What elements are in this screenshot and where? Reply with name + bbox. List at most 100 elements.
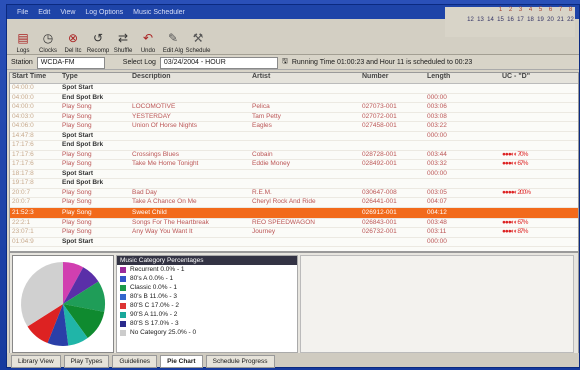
table-row[interactable]: 18:17:8 Spot Start 000:00: [10, 170, 578, 179]
desktop-background: File Edit View Log Options Music Scheduler ▤…: [0, 0, 580, 370]
column-header[interactable]: Description: [130, 73, 250, 83]
calendar-day[interactable]: 17: [516, 17, 525, 23]
table-row[interactable]: 04:00:0 Play Song LOCOMOTIVE Pelica 027073-0…: [10, 103, 578, 113]
table-cell: 028492-001: [362, 160, 397, 167]
table-row[interactable]: 04:00:0 End Spot Brk 000:00: [10, 94, 578, 103]
calendar-day[interactable]: 6: [546, 7, 555, 13]
table-cell: [500, 94, 578, 103]
calendar-day[interactable]: 3: [516, 7, 525, 13]
column-header[interactable]: UC - "D": [500, 73, 578, 83]
save-icon[interactable]: 🖫: [282, 57, 288, 68]
table-cell: [500, 84, 578, 93]
table-cell: [425, 84, 500, 93]
calendar-day[interactable]: 19: [536, 17, 545, 23]
calendar-day[interactable]: 2: [506, 7, 515, 13]
menu-item-3[interactable]: Log Options: [85, 9, 123, 16]
table-cell: Play Song: [62, 228, 92, 235]
table-cell: 04:00:0: [12, 103, 34, 110]
calendar-day[interactable]: 7: [556, 7, 565, 13]
table-cell: 003:22: [427, 122, 447, 129]
table-row[interactable]: 17:17:6 Play Song Take Me Home Tonight Eddi…: [10, 160, 578, 170]
table-cell: 19:17:8: [12, 179, 34, 186]
toolbar-button-2[interactable]: ⊗ Del Itc: [61, 22, 85, 54]
table-row[interactable]: 01:04:9 Spot Start 000:00: [10, 237, 578, 247]
toolbar-button-3[interactable]: ↺ Recomp: [86, 22, 110, 54]
legend-swatch: [120, 329, 126, 336]
toolbar-button-0[interactable]: ▤ Logs: [11, 22, 35, 54]
table-row[interactable]: 17:17:6 End Spot Brk: [10, 141, 578, 151]
tab-play-types[interactable]: Play Types: [63, 355, 110, 368]
table-cell: [360, 132, 425, 141]
legend-title: Music Category Percentages: [117, 256, 297, 265]
table-cell: 004:07: [427, 198, 447, 205]
column-header[interactable]: Type: [60, 73, 130, 83]
table-row[interactable]: 04:00:0 Spot Start: [10, 84, 578, 94]
toolbar-button-1[interactable]: ◷ Clocks: [36, 22, 60, 54]
delete-icon: ⊗: [67, 31, 79, 45]
toolbar-button-4[interactable]: ⇄ Shuffle: [111, 22, 135, 54]
legend-swatch: [120, 275, 126, 282]
tab-guidelines[interactable]: Guidelines: [112, 355, 158, 368]
menu-item-4[interactable]: Music Scheduler: [133, 9, 185, 16]
column-header[interactable]: Length: [425, 73, 500, 83]
calendar-day[interactable]: 1: [496, 7, 505, 13]
table-cell: [500, 208, 578, 218]
table-cell: Play Song: [62, 218, 92, 226]
station-label: Station: [11, 59, 33, 66]
table-row[interactable]: 20:0:7 Play Song Bad Day R.E.M. 030647-008 00…: [10, 188, 578, 198]
calendar-day[interactable]: 4: [526, 7, 535, 13]
table-cell: Cheryl Rock And Ride: [252, 198, 316, 205]
shuffle-icon: ⇄: [117, 31, 129, 45]
table-cell: Spot Start: [62, 237, 94, 245]
legend-label: Recurrent 0.0% - 1: [130, 266, 185, 273]
calendar-day[interactable]: 13: [476, 17, 485, 23]
calendar-day[interactable]: 16: [506, 17, 515, 23]
table-cell: 000:00: [427, 131, 447, 139]
calendar-day[interactable]: 12: [466, 17, 475, 23]
table-row[interactable]: 14:47:8 Spot Start 000:00: [10, 131, 578, 141]
calendar-day[interactable]: 15: [496, 17, 505, 23]
station-select[interactable]: WCDA-FM: [36, 56, 105, 69]
calendar-day[interactable]: 18: [526, 17, 535, 23]
table-row[interactable]: 23:07:1 Play Song Any Way You Want It Journ…: [10, 228, 578, 238]
calendar-day[interactable]: 22: [566, 17, 575, 23]
menu-item-2[interactable]: View: [60, 9, 75, 16]
toolbar-button-6[interactable]: ✎ Edit Alg: [161, 22, 185, 54]
table-row[interactable]: 21:52:3 Play Song Sweet Child 026912-001 004…: [10, 207, 578, 219]
table-cell: [500, 132, 578, 141]
table-cell: [360, 179, 425, 188]
tab-schedule-progress[interactable]: Schedule Progress: [205, 355, 275, 368]
table-cell: 20:0:7: [12, 198, 31, 205]
tab-library-view[interactable]: Library View: [11, 355, 61, 368]
calendar-day[interactable]: 20: [546, 17, 555, 23]
tab-pie-chart[interactable]: Pie Chart: [160, 355, 203, 368]
column-header[interactable]: Number: [360, 73, 425, 83]
legend-item: 90'S A 11.0% - 2: [117, 310, 297, 319]
log-icon: ▤: [17, 31, 29, 45]
table-row[interactable]: 22:2:1 Play Song Songs For The Heartbreak R…: [10, 218, 578, 228]
table-row[interactable]: 04:03:0 Play Song YESTERDAY Tam Petty 027072…: [10, 113, 578, 122]
calendar-day[interactable]: 8: [566, 7, 575, 13]
table-row[interactable]: 04:06:0 Play Song Union Of Horse Nights Eag…: [10, 122, 578, 132]
table-cell: 026912-001: [362, 208, 397, 216]
calendar-day[interactable]: 21: [556, 17, 565, 23]
menu-item-0[interactable]: File: [17, 9, 28, 16]
log-date-select[interactable]: 03/24/2004 - HOUR: [159, 56, 278, 69]
calendar-day[interactable]: 5: [536, 7, 545, 13]
column-header[interactable]: Start Time: [10, 73, 60, 83]
table-cell: 026441-001: [362, 198, 397, 205]
table-row[interactable]: 20:0:7 Play Song Take A Chance On Me Cheryl…: [10, 198, 578, 208]
table-cell: 026732-001: [362, 228, 397, 235]
calendar-row-1: 12345678: [445, 7, 575, 13]
table-cell: [425, 179, 500, 188]
legend-swatch: [120, 266, 126, 273]
toolbar-button-5[interactable]: ↶ Undo: [136, 22, 160, 54]
menu-item-1[interactable]: Edit: [38, 9, 50, 16]
toolbar-button-7[interactable]: ⚒ Schedule: [185, 22, 210, 54]
column-header[interactable]: Artist: [250, 73, 360, 83]
table-cell: 17:17:6: [12, 160, 34, 167]
table-row[interactable]: 17:17:6 Play Song Crossings Blues Cobain 028…: [10, 151, 578, 160]
table-cell: Play Song: [62, 188, 92, 196]
table-row[interactable]: 19:17:8 End Spot Brk: [10, 179, 578, 189]
calendar-day[interactable]: 14: [486, 17, 495, 23]
